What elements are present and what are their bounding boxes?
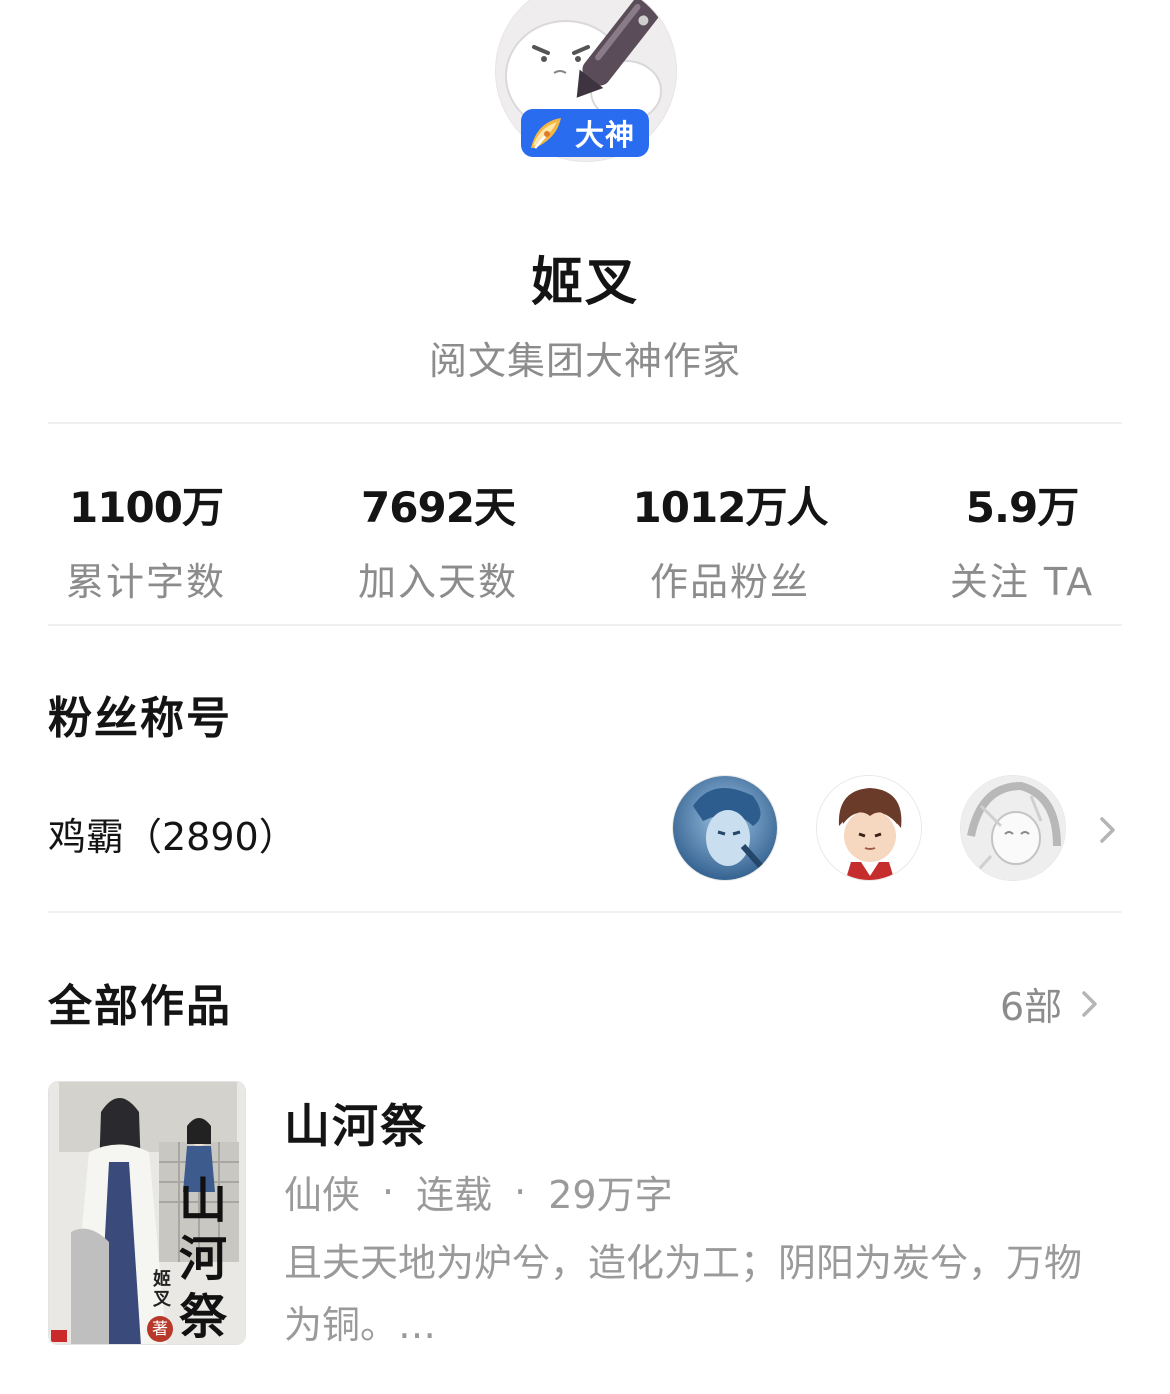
book-genre: 仙侠: [284, 1173, 361, 1217]
stat-value: 7692天: [361, 483, 516, 532]
book-description: 且夫天地为炉兮，造化为工；阴阳为炭兮，万物为铜。…: [284, 1241, 1083, 1347]
divider: [48, 911, 1122, 913]
all-works-link[interactable]: 6部: [1000, 976, 1102, 1031]
fan-avatar[interactable]: [816, 775, 922, 881]
fan-avatar-blue-portrait-image: [673, 776, 777, 880]
fan-avatar[interactable]: [960, 775, 1066, 881]
chevron-right-icon[interactable]: [1096, 815, 1120, 845]
stat-following[interactable]: 5.9万 关注 TA: [876, 474, 1168, 606]
stat-value: 5.9万: [965, 483, 1079, 532]
author-avatar-container[interactable]: 大神: [495, 0, 677, 162]
fan-avatar-anime-boy-image: [817, 776, 921, 880]
meta-separator: ·: [382, 1169, 395, 1214]
stat-total-words: 1100万 累计字数: [0, 474, 292, 606]
badge-label: 大神: [575, 118, 636, 152]
fan-avatar-manga-sketch-image: [961, 776, 1065, 880]
book-cover[interactable]: 山河祭 姬叉 著: [48, 1081, 246, 1345]
author-name: 姬叉: [530, 253, 639, 313]
book-cover-author-seal: 著: [147, 1316, 173, 1342]
book-cover-author: 姬叉: [153, 1269, 171, 1310]
chevron-right-icon: [1082, 990, 1097, 1017]
stat-label: 加入天数: [357, 560, 518, 604]
divider: [48, 624, 1122, 626]
fan-title-row[interactable]: 鸡霸（2890）: [0, 770, 1170, 890]
fan-avatar[interactable]: [672, 775, 778, 881]
great-god-badge: 大神: [521, 109, 649, 157]
book-status: 连载: [416, 1173, 493, 1217]
stat-label: 累计字数: [65, 560, 226, 604]
stat-label: 作品粉丝: [649, 560, 810, 604]
book-title[interactable]: 山河祭: [284, 1090, 428, 1156]
stat-value: 1012万人: [632, 483, 829, 532]
book-cover-title: 山河祭: [178, 1173, 227, 1345]
author-title: 阅文集团大神作家: [428, 339, 741, 383]
stat-value: 1100万: [69, 483, 224, 532]
all-works-heading: 全部作品: [48, 981, 232, 1032]
stat-work-fans: 1012万人 作品粉丝: [584, 474, 876, 606]
meta-separator: ·: [514, 1169, 527, 1214]
works-count: 6部: [1000, 985, 1063, 1029]
stat-label: 关注 TA: [949, 560, 1095, 604]
book-meta: 仙侠 · 连载 · 29万字: [284, 1164, 673, 1219]
book-word-count: 29万字: [548, 1173, 673, 1217]
fan-title-name: 鸡霸（2890）: [48, 815, 297, 859]
fan-title-heading: 粉丝称号: [48, 693, 232, 744]
quill-badge-icon: [531, 118, 561, 149]
divider: [48, 422, 1122, 424]
stat-days-joined: 7692天 加入天数: [292, 474, 584, 606]
